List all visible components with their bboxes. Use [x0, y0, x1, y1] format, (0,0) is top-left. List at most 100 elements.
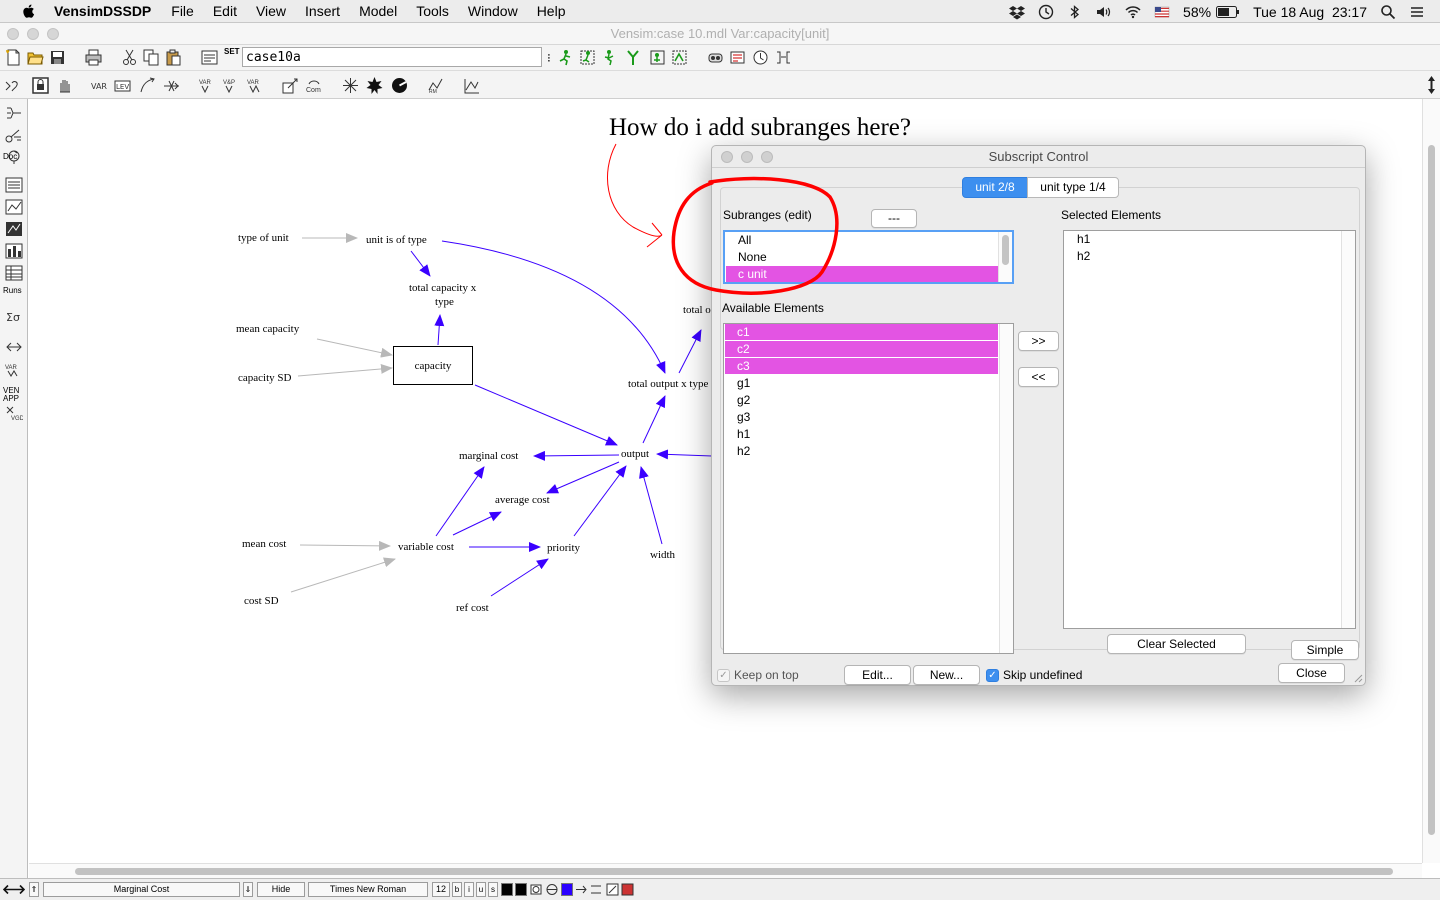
- menu-insert[interactable]: Insert: [305, 3, 340, 19]
- vertical-scroll-thumb[interactable]: [1428, 145, 1435, 835]
- input-output-icon[interactable]: V&P: [222, 77, 239, 94]
- dialog-minimize-button[interactable]: [741, 151, 753, 163]
- battery-icon[interactable]: [1216, 5, 1240, 18]
- selected-elements-list[interactable]: h1 h2: [1063, 230, 1356, 629]
- causes-tree-tool-icon[interactable]: [5, 105, 23, 121]
- menu-tools[interactable]: Tools: [416, 3, 449, 19]
- available-item-c2[interactable]: c2: [725, 341, 998, 357]
- status-hide-button[interactable]: Hide: [257, 882, 305, 897]
- toolbar-resize-icon[interactable]: [1427, 75, 1436, 95]
- delete-tool-icon[interactable]: [366, 77, 383, 94]
- sensitivity-icon[interactable]: [649, 49, 666, 66]
- menu-model[interactable]: Model: [359, 3, 397, 19]
- comment-tool-icon[interactable]: Com: [306, 77, 323, 94]
- var-output[interactable]: output: [621, 448, 649, 460]
- units-tool-icon[interactable]: Σσ: [5, 309, 23, 325]
- var-priority[interactable]: priority: [547, 542, 580, 554]
- wifi-icon[interactable]: [1125, 4, 1141, 20]
- var-variable-cost[interactable]: variable cost: [398, 541, 454, 553]
- status-up-button[interactable]: ⇑: [29, 882, 39, 897]
- battery-percent[interactable]: 58%: [1183, 4, 1211, 20]
- tab-unit[interactable]: unit 2/8: [962, 177, 1028, 198]
- simulate-icon[interactable]: [557, 49, 574, 66]
- status-down-button[interactable]: ⇓: [243, 882, 253, 897]
- var-ref-cost[interactable]: ref cost: [456, 602, 489, 614]
- selected-item-h1[interactable]: h1: [1065, 231, 1340, 247]
- available-item-g3[interactable]: g3: [725, 409, 998, 425]
- graph-analysis-icon[interactable]: [5, 199, 23, 215]
- game-icon[interactable]: [625, 49, 642, 66]
- var-type-of-unit[interactable]: type of unit: [238, 232, 289, 244]
- status-text-color-swatch[interactable]: [501, 883, 513, 896]
- reality-check-tool-icon[interactable]: [5, 339, 23, 355]
- var-width[interactable]: width: [650, 549, 675, 561]
- available-item-h1[interactable]: h1: [725, 426, 998, 442]
- view-name-input[interactable]: [242, 47, 542, 67]
- subranges-list[interactable]: All None c unit: [723, 230, 1014, 284]
- toolset-icon[interactable]: [4, 77, 21, 94]
- model-settings-icon[interactable]: [775, 49, 792, 66]
- move-hand-icon[interactable]: [56, 77, 73, 94]
- var-marginal-cost[interactable]: marginal cost: [459, 450, 518, 462]
- box-variable-icon[interactable]: LEV: [114, 77, 131, 94]
- add-element-button[interactable]: >>: [1018, 331, 1059, 351]
- available-item-c1[interactable]: c1: [725, 324, 998, 340]
- new-model-icon[interactable]: [5, 49, 22, 66]
- notification-center-icon[interactable]: [1409, 4, 1425, 20]
- setup-simulation-icon[interactable]: [579, 49, 596, 66]
- status-strike-button[interactable]: s: [488, 882, 498, 897]
- paste-icon[interactable]: [165, 49, 182, 66]
- variable-tool-icon[interactable]: VAR: [90, 77, 107, 94]
- units-check-icon[interactable]: [729, 49, 746, 66]
- keep-on-top-label[interactable]: Keep on top: [734, 668, 799, 682]
- close-button[interactable]: Close: [1278, 663, 1345, 683]
- var-average-cost[interactable]: average cost: [495, 494, 550, 506]
- unhide-wand-icon[interactable]: [282, 77, 299, 94]
- menu-help[interactable]: Help: [537, 3, 566, 19]
- equations-tool-icon[interactable]: [391, 77, 408, 94]
- var-capacity-sd[interactable]: capacity SD: [238, 372, 291, 384]
- menu-edit[interactable]: Edit: [213, 3, 237, 19]
- status-fill-color-swatch[interactable]: [515, 883, 527, 896]
- subrange-item-all[interactable]: All: [726, 232, 999, 248]
- apple-icon[interactable]: [20, 2, 38, 20]
- vertical-scrollbar[interactable]: [1422, 99, 1440, 863]
- edit-button[interactable]: Edit...: [844, 665, 911, 685]
- stock-capacity[interactable]: capacity: [393, 346, 473, 385]
- cut-icon[interactable]: [121, 49, 138, 66]
- subranges-label[interactable]: Subranges (edit): [723, 208, 812, 222]
- bluetooth-icon[interactable]: [1067, 4, 1083, 20]
- sensitivity-graph-icon[interactable]: [5, 221, 23, 237]
- var-total-output-x-type[interactable]: total output x type: [628, 378, 708, 390]
- keep-on-top-checkbox[interactable]: ✓: [717, 669, 730, 682]
- var-total-output[interactable]: total o: [683, 304, 711, 316]
- available-item-c3[interactable]: c3: [725, 358, 998, 374]
- available-item-g1[interactable]: g1: [725, 375, 998, 391]
- menu-view[interactable]: View: [256, 3, 286, 19]
- optimize-icon[interactable]: [671, 49, 688, 66]
- save-icon[interactable]: [49, 49, 66, 66]
- table-tool-icon[interactable]: [5, 265, 23, 281]
- status-shape-icons[interactable]: [530, 883, 560, 896]
- menu-file[interactable]: File: [171, 3, 194, 19]
- app-menu[interactable]: VensimDSSDP: [54, 3, 151, 19]
- available-scrollbar[interactable]: [999, 324, 1013, 653]
- vgd-tool-icon[interactable]: VGD: [5, 405, 23, 421]
- resize-grip-icon[interactable]: [1353, 673, 1363, 683]
- var-unit-is-of-type[interactable]: unit is of type: [366, 234, 427, 246]
- menu-window[interactable]: Window: [468, 3, 518, 19]
- set-label[interactable]: SET: [224, 48, 240, 56]
- var-mean-capacity[interactable]: mean capacity: [236, 323, 299, 335]
- dropbox-icon[interactable]: [1009, 4, 1026, 20]
- venapp-tool-label[interactable]: VEN APP: [3, 387, 27, 403]
- status-variable-name[interactable]: Marginal Cost: [43, 882, 240, 897]
- rate-tool-icon[interactable]: [163, 77, 180, 94]
- shadow-variable-icon[interactable]: VAR: [198, 77, 215, 94]
- available-elements-list[interactable]: c1 c2 c3 g1 g2 g3 h1 h2: [723, 323, 1014, 654]
- arrows-lr-icon[interactable]: [3, 883, 25, 896]
- var-mean-cost[interactable]: mean cost: [242, 538, 286, 550]
- view-list-icon[interactable]: [201, 49, 218, 66]
- available-item-g2[interactable]: g2: [725, 392, 998, 408]
- uses-tree-tool-icon[interactable]: [5, 127, 23, 143]
- status-italic-button[interactable]: i: [464, 882, 474, 897]
